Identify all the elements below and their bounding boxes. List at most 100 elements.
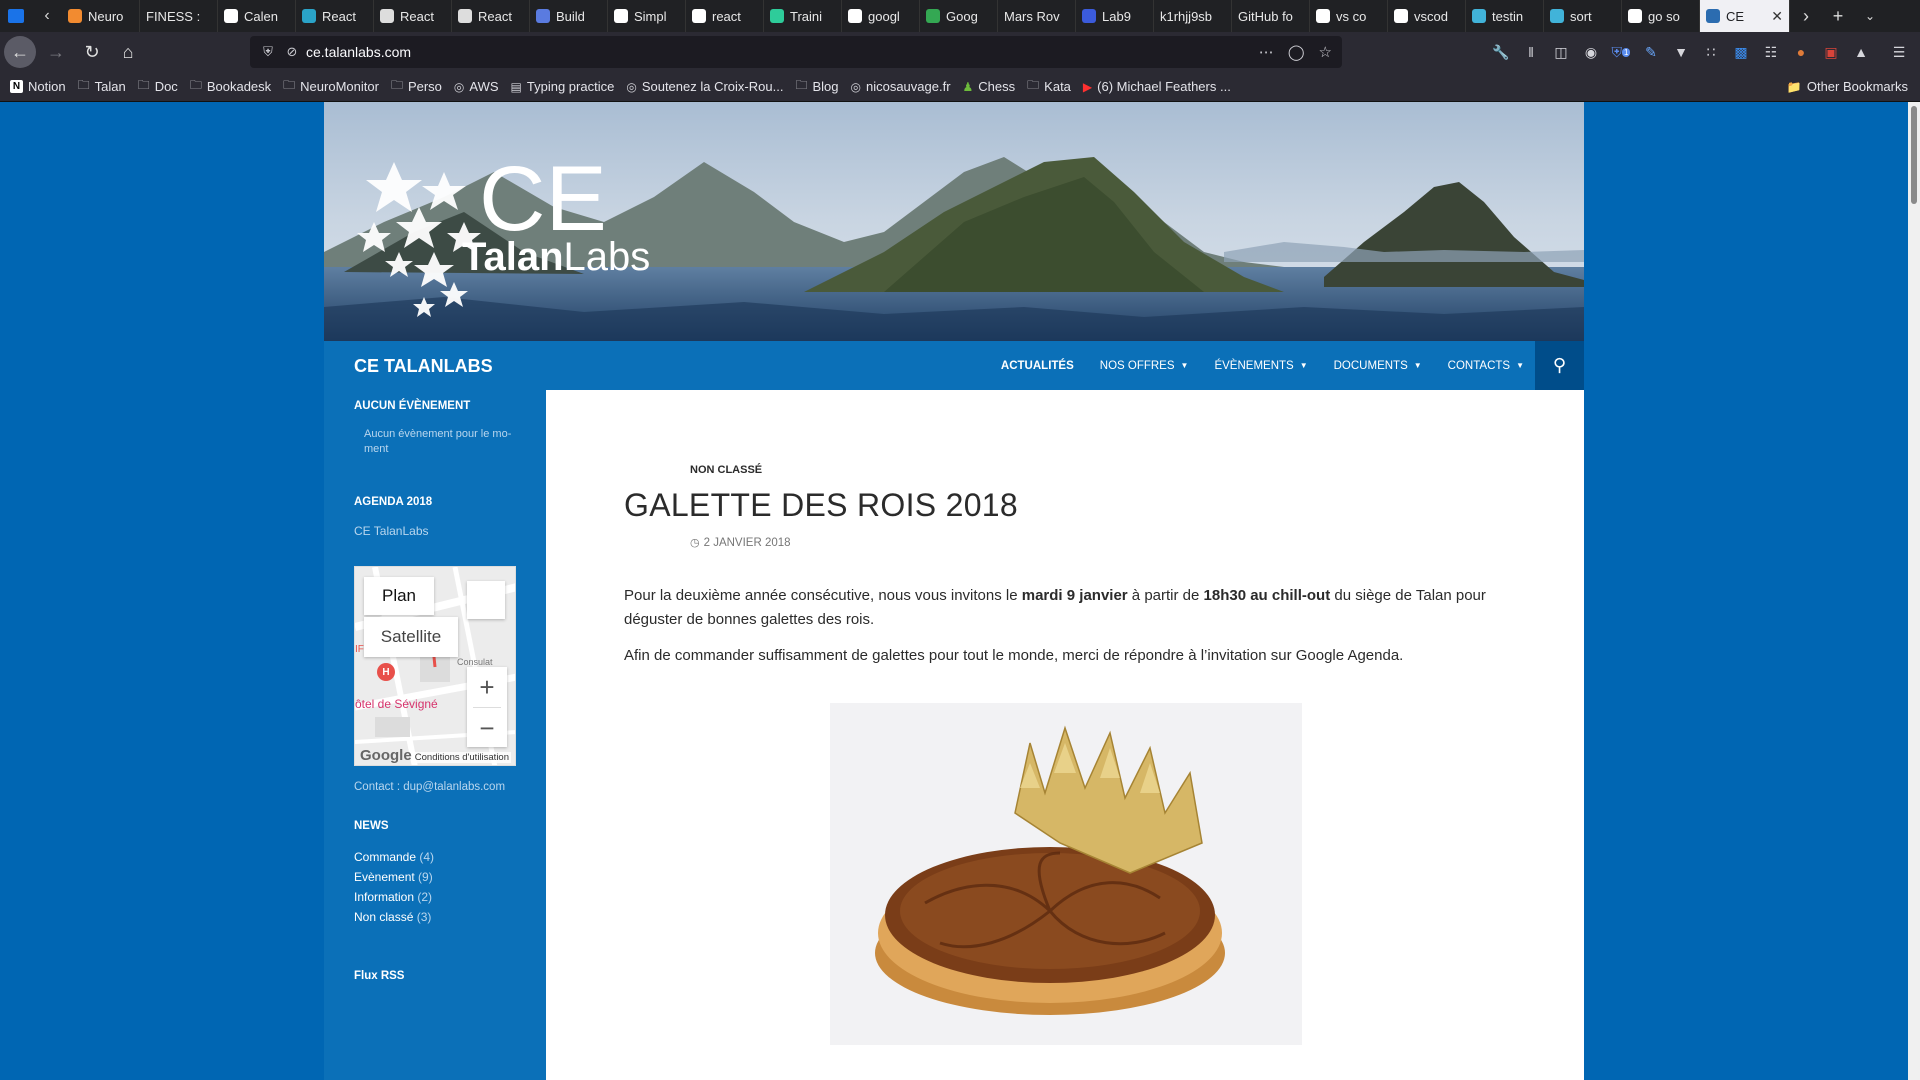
search-toggle-button[interactable]: ⚲ (1535, 341, 1584, 390)
fi-extension-icon[interactable]: ▩ (1726, 36, 1756, 68)
logo-brand-1: Talan (462, 235, 564, 279)
bookmark-item[interactable]: N Notion (10, 79, 66, 94)
news-category-link[interactable]: Non classé (3) (354, 910, 431, 924)
galette-image[interactable] (830, 703, 1302, 1045)
insecure-lock-icon[interactable]: ⊘ (284, 44, 300, 60)
news-category-link[interactable]: Evènement (9) (354, 870, 433, 884)
wrench-icon[interactable]: 🔧 (1486, 36, 1516, 68)
vue-devtools-icon[interactable]: ▼ (1666, 36, 1696, 68)
bookmark-item[interactable]: ◎ nicosauvage.fr (850, 79, 950, 94)
bookmark-item[interactable]: 🗀 Doc (138, 76, 178, 97)
tab[interactable]: Neuro (62, 0, 140, 32)
tab[interactable]: Goog (920, 0, 998, 32)
tab[interactable]: k1rhjj9sb (1154, 0, 1232, 32)
forward-button[interactable]: → (40, 36, 72, 68)
bookmark-item[interactable]: ◎ AWS (454, 79, 499, 94)
bookmark-star-icon[interactable]: ☆ (1319, 43, 1332, 61)
google-map[interactable]: Plan Satellite Consulat IF H ôtel de Sév… (354, 566, 516, 766)
tab[interactable]: React (374, 0, 452, 32)
tab[interactable]: Lab9 (1076, 0, 1154, 32)
menu-item[interactable]: DOCUMENTS ▼ (1334, 360, 1422, 372)
piano-icon[interactable]: ☷ (1756, 36, 1786, 68)
news-category-link[interactable]: Information (2) (354, 890, 432, 904)
bookmark-item[interactable]: 🗀 Bookadesk (190, 76, 271, 97)
post-date[interactable]: ◷ 2 JANVIER 2018 (690, 536, 791, 550)
tab[interactable]: vscod (1388, 0, 1466, 32)
page-scrollbar[interactable] (1908, 102, 1920, 1080)
tab[interactable]: React (296, 0, 374, 32)
tab[interactable]: Simpl (608, 0, 686, 32)
reload-button[interactable]: ↻ (76, 36, 108, 68)
pocket-icon[interactable]: ◯ (1288, 43, 1305, 61)
site-title-link[interactable]: CE TALANLABS (354, 356, 493, 377)
library-icon[interactable]: ‖ (1516, 36, 1546, 68)
tab[interactable]: googl (842, 0, 920, 32)
tab[interactable]: GitHub fo (1232, 0, 1310, 32)
tab[interactable]: vs co (1310, 0, 1388, 32)
close-tab-icon[interactable]: ✕ (1771, 8, 1783, 25)
tab[interactable]: Calen (218, 0, 296, 32)
tab[interactable]: Mars Rov (998, 0, 1076, 32)
tab[interactable]: testin (1466, 0, 1544, 32)
bookmark-item[interactable]: 🗀 Talan (78, 76, 126, 97)
bookmark-item[interactable]: 🗀 Kata (1027, 76, 1071, 97)
page-actions-icon[interactable]: ⋯ (1259, 43, 1274, 61)
tab[interactable]: sort (1544, 0, 1622, 32)
tab-favicon-icon (1394, 9, 1408, 23)
tab[interactable]: react (686, 0, 764, 32)
cookie-icon[interactable]: ● (1786, 36, 1816, 68)
news-category-link[interactable]: Commande (4) (354, 850, 434, 864)
menu-item[interactable]: CONTACTS ▼ (1448, 360, 1524, 372)
tab[interactable]: FINESS : (140, 0, 218, 32)
tab-active[interactable]: CE ✕ (1700, 0, 1790, 32)
sidebar-icon[interactable]: ◫ (1546, 36, 1576, 68)
back-button[interactable]: ← (4, 36, 36, 68)
zoom-in-button[interactable]: + (467, 667, 507, 707)
map-plan-button[interactable]: Plan (364, 577, 434, 615)
scrollbar-thumb[interactable] (1911, 106, 1917, 204)
bookmark-item[interactable]: ▶ (6) Michael Feathers ... (1083, 79, 1231, 94)
other-bookmarks[interactable]: 📁 Other Bookmarks (1787, 79, 1908, 94)
bookmark-item[interactable]: 🗀 NeuroMonitor (283, 76, 379, 97)
map-hotel-pin-icon[interactable]: H (377, 663, 395, 681)
agenda-link[interactable]: CE TalanLabs (354, 524, 429, 539)
bitwarden-icon[interactable]: ⛨ 1 (1606, 36, 1636, 68)
zoom-out-button[interactable]: − (467, 708, 507, 748)
account-icon[interactable]: ◉ (1576, 36, 1606, 68)
pen-icon[interactable]: ✎ (1636, 36, 1666, 68)
home-button[interactable]: ⌂ (112, 36, 144, 68)
tab-scroll-left-button[interactable]: ‹ (32, 0, 62, 32)
tab[interactable]: Traini (764, 0, 842, 32)
bookmark-item[interactable]: ▤ Typing practice (511, 79, 615, 94)
contact-text[interactable]: Contact : dup@talanlabs.com (354, 780, 505, 795)
tab[interactable]: Build (530, 0, 608, 32)
tab[interactable]: go so (1622, 0, 1700, 32)
clipboard-extension-icon[interactable]: ▲ (1846, 36, 1876, 68)
extension-dots-icon[interactable]: ∷ (1696, 36, 1726, 68)
new-tab-button[interactable]: + (1822, 0, 1854, 32)
map-terms-link[interactable]: Conditions d'utilisation (412, 752, 511, 763)
tab-scroll-right-button[interactable]: › (1790, 0, 1822, 32)
map-fullscreen-button[interactable] (467, 581, 505, 619)
bookmark-item[interactable]: 🗀 Blog (795, 76, 838, 97)
bookmark-item[interactable]: ◎ Soutenez la Croix-Rou... (626, 79, 783, 94)
url-bar[interactable]: ⛨ ⊘ ce.talanlabs.com ⋯ ◯ ☆ (250, 36, 1342, 68)
post-category-link[interactable]: NON CLASSÉ (690, 464, 762, 476)
outlook-app-icon[interactable] (0, 0, 32, 32)
menu-item[interactable]: ACTUALITÉS (1001, 360, 1074, 372)
bookmark-item[interactable]: ♟ Chess (963, 79, 1016, 94)
map-place-label[interactable]: ôtel de Sévigné (355, 697, 438, 711)
tab[interactable]: React (452, 0, 530, 32)
google-logo[interactable]: Google (360, 747, 412, 764)
rss-link[interactable]: Flux RSS (354, 970, 404, 982)
menu-item[interactable]: ÉVÈNEMENTS ▼ (1214, 360, 1307, 372)
url-text[interactable]: ce.talanlabs.com (306, 44, 411, 60)
header-banner[interactable]: CE TalanLabs (324, 102, 1584, 341)
menu-icon[interactable]: ☰ (1884, 36, 1914, 68)
list-all-tabs-button[interactable]: ⌄ (1854, 0, 1886, 32)
menu-item[interactable]: NOS OFFRES ▼ (1100, 360, 1189, 372)
map-satellite-button[interactable]: Satellite (364, 617, 458, 657)
tracking-shield-icon[interactable]: ⛨ (260, 44, 276, 60)
gift-icon[interactable]: ▣ (1816, 36, 1846, 68)
bookmark-item[interactable]: 🗀 Perso (391, 76, 442, 97)
